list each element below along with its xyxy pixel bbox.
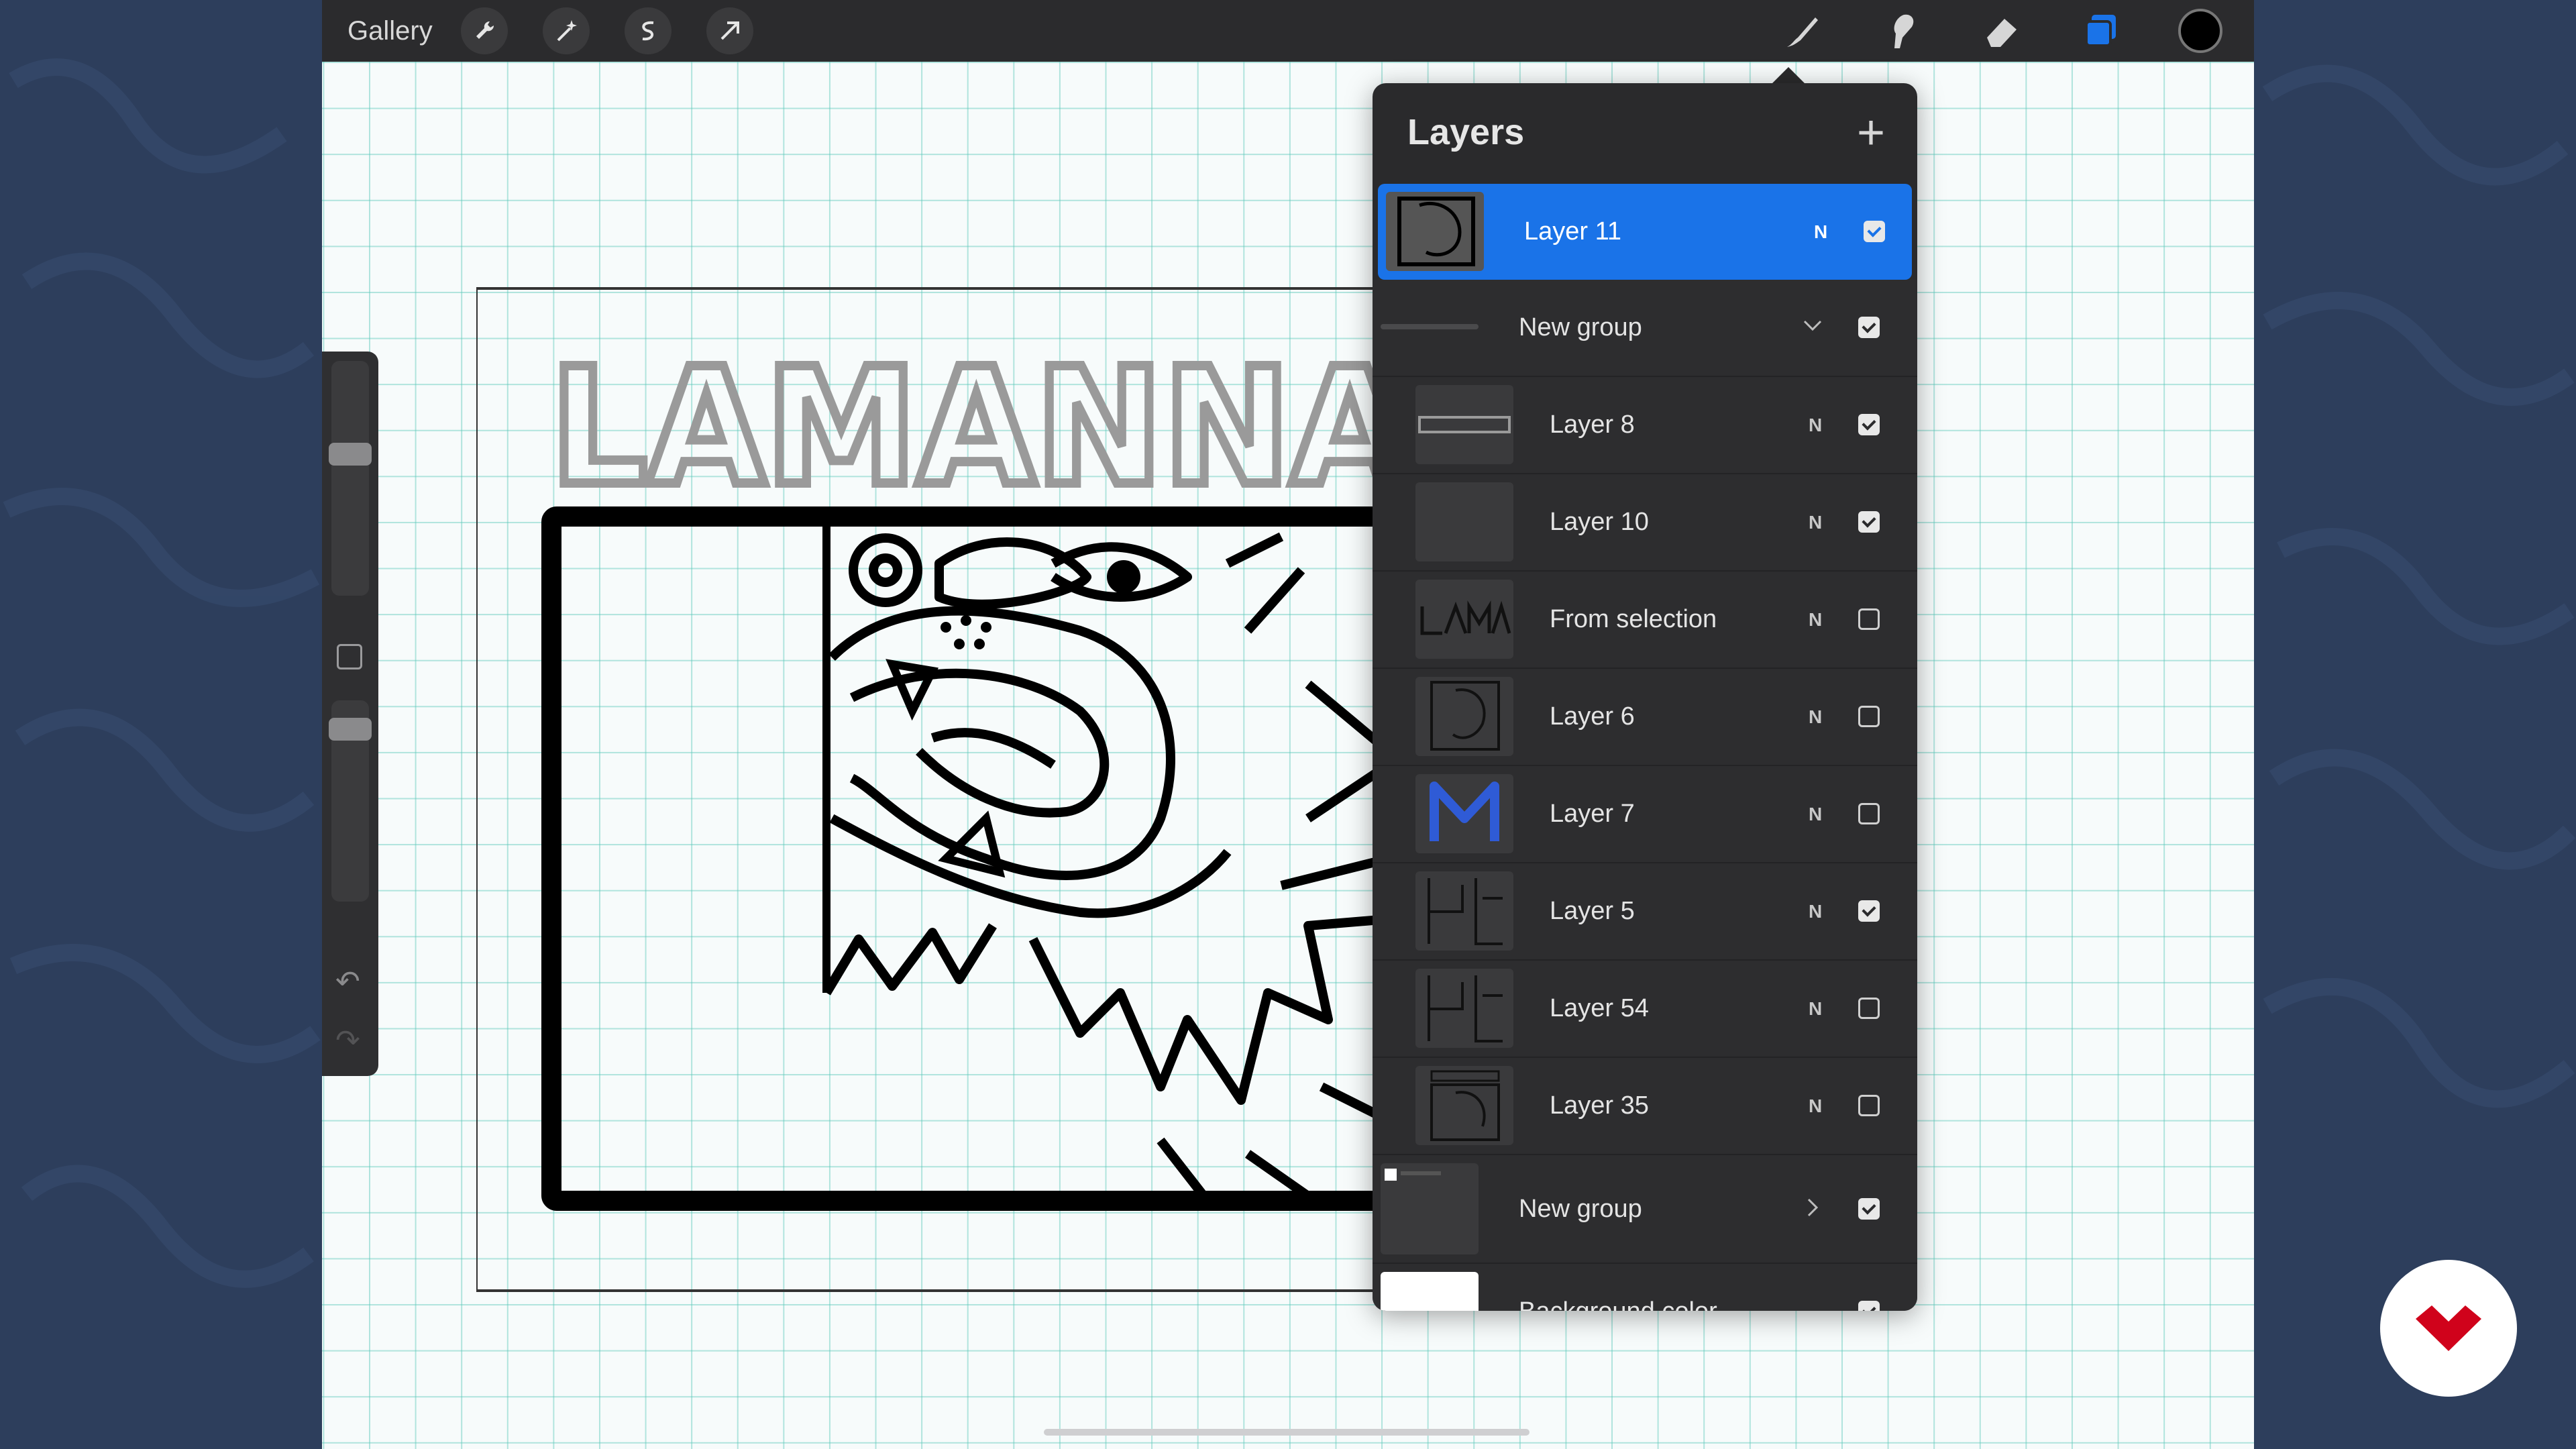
- visibility-checkbox[interactable]: [1858, 706, 1880, 727]
- smudge-icon[interactable]: [1876, 4, 1929, 58]
- layer-thumbnail: [1381, 1163, 1479, 1254]
- lamanna-sketch-title: LAMANNA: [550, 333, 1409, 521]
- layer-name: Layer 35: [1550, 1091, 1649, 1120]
- layers-title: Layers: [1407, 112, 1525, 152]
- modify-button[interactable]: [337, 644, 362, 669]
- channel-logo: [2380, 1260, 2517, 1397]
- blend-mode-button[interactable]: N: [1809, 961, 1822, 1057]
- blend-mode-button[interactable]: N: [1809, 863, 1822, 959]
- chevron-down-icon[interactable]: [1799, 312, 1826, 339]
- layer-row-layer-35[interactable]: Layer 35 N: [1373, 1058, 1917, 1155]
- layer-thumbnail: [1415, 774, 1513, 853]
- blend-mode-button[interactable]: N: [1814, 184, 1827, 280]
- wrench-icon[interactable]: [460, 7, 508, 54]
- layer-name: Background color: [1519, 1264, 1717, 1311]
- gallery-button[interactable]: Gallery: [347, 16, 433, 46]
- layer-name: Layer 11: [1524, 217, 1622, 246]
- layer-row-layer-11[interactable]: Layer 11 N: [1378, 184, 1912, 280]
- blend-mode-button[interactable]: N: [1809, 377, 1822, 473]
- add-layer-button[interactable]: +: [1857, 109, 1885, 157]
- active-color-dot: [2178, 9, 2222, 53]
- layer-row-layer-10[interactable]: Layer 10 N: [1373, 474, 1917, 572]
- top-toolbar: Gallery: [322, 0, 2254, 62]
- brush-size-knob[interactable]: [329, 443, 372, 466]
- visibility-checkbox[interactable]: [1858, 803, 1880, 824]
- layer-name: From selection: [1550, 605, 1717, 633]
- layer-name: Layer 8: [1550, 411, 1635, 439]
- brush-size-slider[interactable]: [331, 361, 369, 596]
- blend-mode-button[interactable]: N: [1809, 1058, 1822, 1154]
- magic-wand-icon[interactable]: [542, 7, 590, 54]
- visibility-checkbox[interactable]: [1858, 998, 1880, 1019]
- color-swatch[interactable]: [2174, 4, 2227, 58]
- layer-name: Layer 54: [1550, 994, 1649, 1022]
- layer-thumbnail: [1386, 192, 1484, 271]
- eraser-icon[interactable]: [1975, 4, 2029, 58]
- side-toolbar: ↶ ↷: [322, 352, 378, 1076]
- layer-row-layer-5[interactable]: Layer 5 N: [1373, 863, 1917, 961]
- blend-mode-button[interactable]: N: [1809, 766, 1822, 862]
- blend-mode-button[interactable]: N: [1809, 474, 1822, 570]
- layer-name: New group: [1519, 1195, 1642, 1223]
- visibility-checkbox[interactable]: [1858, 608, 1880, 630]
- layer-name: Layer 6: [1550, 702, 1635, 731]
- home-indicator: [1044, 1429, 1529, 1436]
- layer-row-background-color[interactable]: Background color: [1373, 1264, 1917, 1311]
- right-tools: [1731, 0, 2227, 62]
- procreate-screen: Gallery ↶ ↷ LAMANNA: [322, 0, 2254, 1449]
- layer-name: Layer 5: [1550, 897, 1635, 925]
- brush-icon[interactable]: [1776, 4, 1830, 58]
- layer-row-new-group[interactable]: New group: [1373, 280, 1917, 377]
- layer-name: New group: [1519, 313, 1642, 341]
- opacity-knob[interactable]: [329, 718, 372, 741]
- selection-icon[interactable]: [624, 7, 672, 54]
- logo-mark-icon: [2416, 1305, 2481, 1351]
- layer-thumbnail: [1415, 580, 1513, 659]
- layer-thumbnail: [1415, 385, 1513, 464]
- group-line: [1381, 324, 1479, 329]
- redo-icon[interactable]: ↷: [335, 1026, 360, 1056]
- visibility-checkbox[interactable]: [1858, 414, 1880, 435]
- layer-thumbnail: [1415, 969, 1513, 1048]
- transform-arrow-icon[interactable]: [706, 7, 753, 54]
- layers-panel-caret: [1771, 67, 1806, 85]
- layer-row-layer-6[interactable]: Layer 6 N: [1373, 669, 1917, 766]
- layer-name: Layer 10: [1550, 508, 1649, 536]
- canvas-artwork: LAMANNA: [476, 287, 1480, 1292]
- visibility-checkbox[interactable]: [1858, 1198, 1880, 1220]
- layer-row-layer-54[interactable]: Layer 54 N: [1373, 961, 1917, 1058]
- layers-header: Layers +: [1373, 83, 1917, 184]
- visibility-checkbox[interactable]: [1858, 900, 1880, 922]
- visibility-checkbox[interactable]: [1858, 1095, 1880, 1116]
- blend-mode-button[interactable]: N: [1809, 669, 1822, 765]
- layer-row-new-group-collapsed[interactable]: New group: [1373, 1155, 1917, 1264]
- layer-row-layer-8[interactable]: Layer 8 N: [1373, 377, 1917, 474]
- background-color-swatch[interactable]: [1381, 1272, 1479, 1311]
- visibility-checkbox[interactable]: [1858, 317, 1880, 338]
- layers-icon[interactable]: [2074, 4, 2128, 58]
- layer-name: Layer 7: [1550, 800, 1635, 828]
- blend-mode-button[interactable]: N: [1809, 572, 1822, 667]
- visibility-checkbox[interactable]: [1858, 1301, 1880, 1311]
- layers-panel: Layers + Layer 11 N New group Layer 8 N …: [1373, 83, 1917, 1311]
- visibility-checkbox[interactable]: [1864, 221, 1885, 242]
- layer-thumbnail: [1415, 1066, 1513, 1145]
- layer-thumbnail: [1415, 871, 1513, 951]
- visibility-checkbox[interactable]: [1858, 511, 1880, 533]
- chevron-right-icon[interactable]: [1799, 1194, 1826, 1221]
- layer-thumbnail: [1415, 677, 1513, 756]
- layer-thumbnail: [1415, 482, 1513, 561]
- undo-icon[interactable]: ↶: [335, 967, 360, 997]
- layer-row-layer-7[interactable]: Layer 7 N: [1373, 766, 1917, 863]
- layer-row-from-selection[interactable]: From selection N: [1373, 572, 1917, 669]
